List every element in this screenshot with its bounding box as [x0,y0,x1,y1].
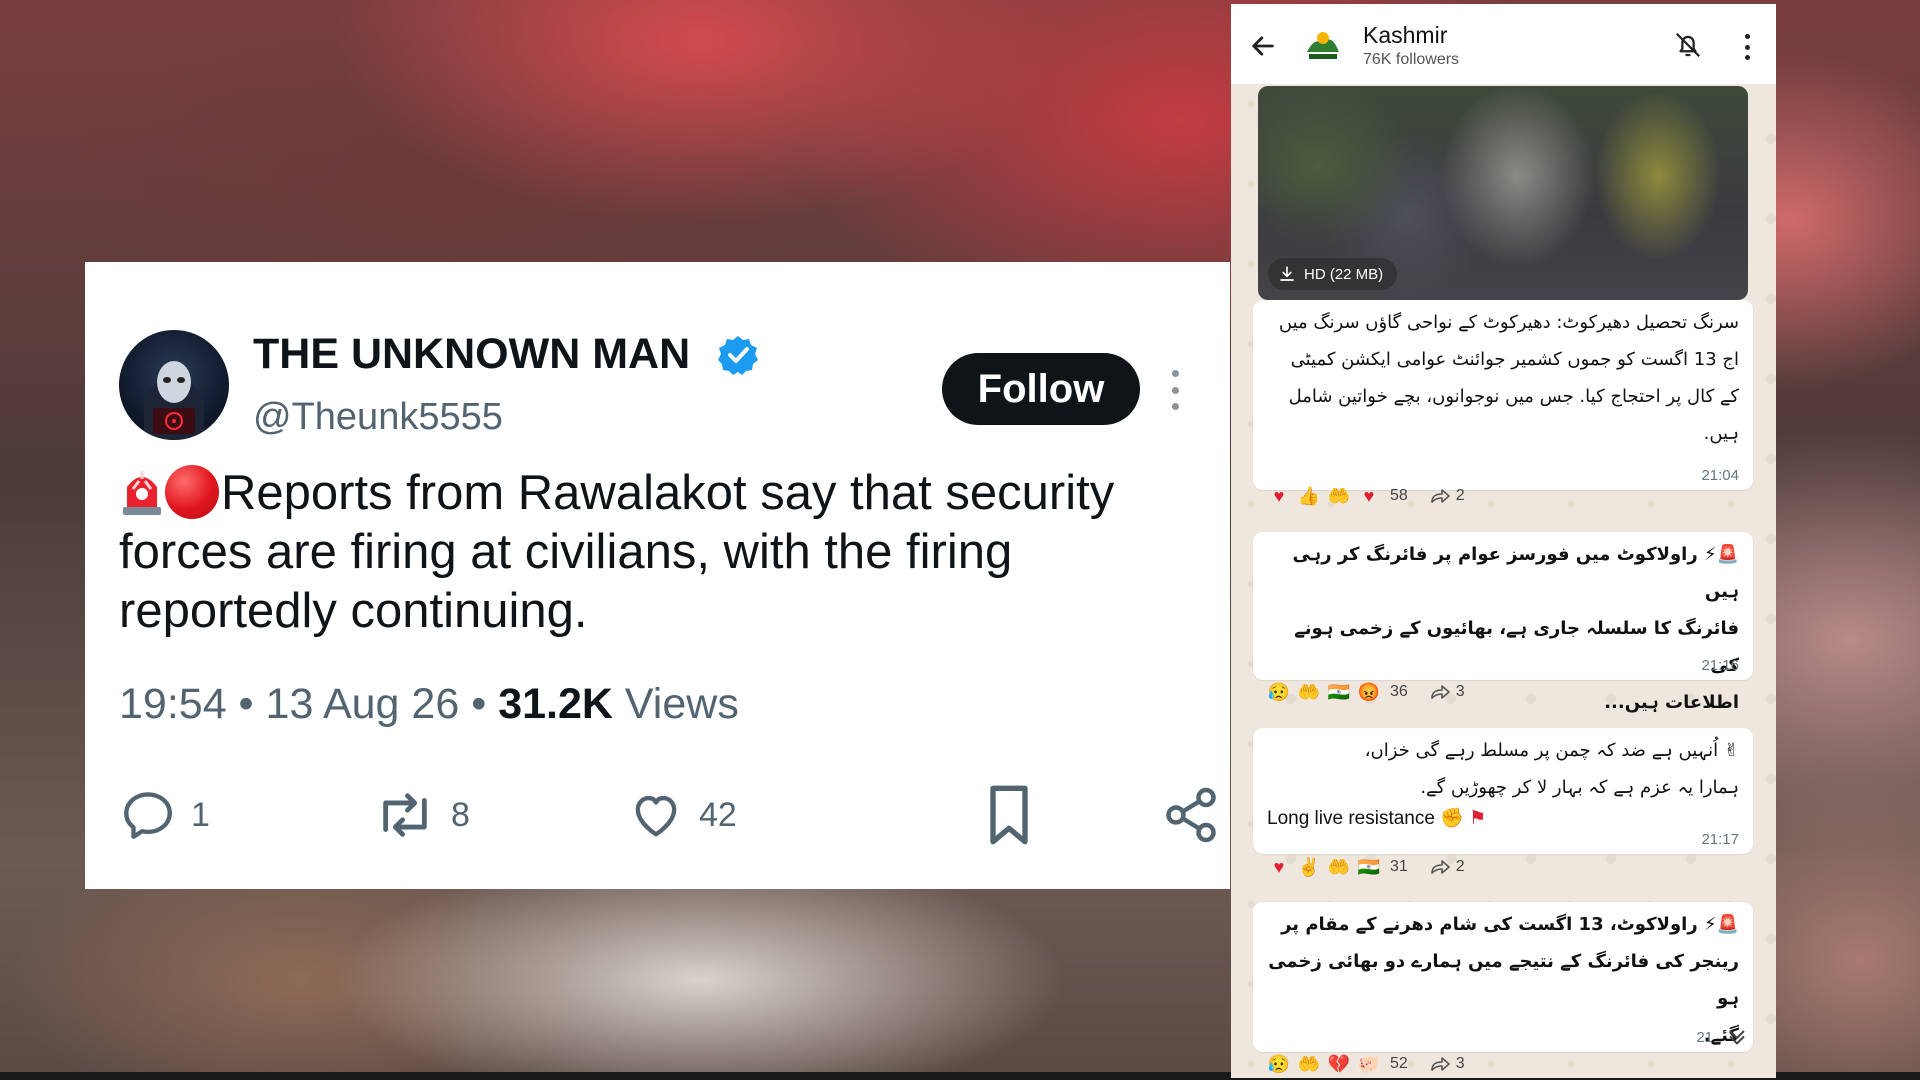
message-reactions[interactable]: ♥ 👍 🤲 ♥ 58 2 [1266,482,1465,510]
video-thumbnail[interactable]: HD (22 MB) [1258,86,1748,300]
hands-emoji-icon: 🤲 [1327,856,1351,877]
channel-followers: 76K followers [1363,51,1460,68]
hands-emoji-icon: 🤲 [1297,1053,1321,1074]
repost-icon [383,793,427,837]
more-options-icon[interactable] [1167,370,1183,410]
tweet-actions: 1 8 42 [119,780,1216,860]
forward-icon [1430,860,1450,874]
message-text: سرنگ تحصیل دھیرکوٹ: دھیرکوٹ کے نواحی گاؤ… [1278,312,1739,444]
thumbs-up-emoji-icon: 👍 [1297,485,1321,506]
message-time: 21:17 [1701,831,1739,848]
angry-face-emoji-icon: 😡 [1357,681,1381,702]
like-count: 42 [699,795,737,834]
reply-icon [124,792,172,839]
forward-icon [1430,685,1450,699]
red-circle-emoji-icon [165,465,219,519]
repost-count: 8 [451,795,470,834]
scroll-down-icon[interactable] [1726,1026,1748,1048]
message-text: 🚨⚡ راولاکوٹ، 13 اگست کی شام دھرنے کے مقا… [1268,914,1739,1046]
bookmark-button[interactable] [981,780,1037,850]
notifications-off-icon[interactable] [1673,30,1703,60]
display-name[interactable]: THE UNKNOWN MAN [253,330,690,379]
forward-count: 3 [1430,683,1465,701]
channel-header: Kashmir 76K followers [1231,4,1776,84]
message-text-english: Long live resistance ✊ ⚑ [1267,808,1487,829]
forward-icon [1430,1057,1450,1071]
like-button[interactable]: 42 [627,780,737,850]
views-label: Views [624,680,739,728]
heart-emoji-icon: ♥ [1363,485,1375,506]
reaction-count: 31 [1390,858,1408,875]
channel-message[interactable]: ✌ اُنہیں ہے ضد کہ چمن پر مسلط رہے گی خزا… [1253,728,1753,854]
fist-emoji-icon: ✊ [1440,808,1464,829]
video-size-label: HD (22 MB) [1304,265,1384,283]
message-reactions[interactable]: 😥 🤲 🇮🇳 😡 36 3 [1266,678,1465,706]
reaction-count: 36 [1390,683,1408,700]
forward-count: 2 [1430,858,1465,876]
message-reactions[interactable]: 😥 🤲 💔 🐖 52 3 [1266,1050,1465,1078]
emoji-icon: 🐖 [1357,1053,1381,1074]
message-text: ✌ اُنہیں ہے ضد کہ چمن پر مسلط رہے گی خزا… [1364,740,1739,798]
user-handle[interactable]: @Theunk5555 [253,396,503,439]
channel-message[interactable]: 🚨⚡ راولاکوٹ میں فورسز عوام پر فائرنگ کر … [1253,532,1753,713]
broken-heart-emoji-icon: 💔 [1327,1053,1351,1074]
channel-menu-icon[interactable] [1743,34,1751,60]
heart-icon [635,795,677,837]
reply-count: 1 [191,795,210,834]
channel-panel: Kashmir 76K followers HD (22 MB) سرنگ تح… [1231,4,1776,1078]
channel-logo[interactable] [1299,22,1347,70]
tweet-card: THE UNKNOWN MAN @Theunk5555 Follow Repor… [85,262,1230,889]
heart-emoji-icon: ♥ [1273,485,1285,506]
channel-message[interactable]: سرنگ تحصیل دھیرکوٹ: دھیرکوٹ کے نواحی گاؤ… [1253,300,1753,490]
tweet-meta: 19:54 • 13 Aug 26 • 31.2K Views [119,680,739,729]
flag-emoji-icon: 🇮🇳 [1327,681,1351,702]
video-download-button[interactable]: HD (22 MB) [1268,258,1398,290]
forward-count: 3 [1430,1055,1465,1073]
channel-message[interactable]: 🚨⚡ راولاکوٹ، 13 اگست کی شام دھرنے کے مقا… [1253,902,1753,1052]
message-reactions[interactable]: ♥ ✌ 🤲 🇮🇳 31 2 [1266,853,1465,881]
message-time: 21:16 [1701,657,1739,674]
victory-hand-emoji-icon: ✌ [1297,856,1321,877]
follow-button[interactable]: Follow [942,353,1140,425]
heart-emoji-icon: ♥ [1273,856,1285,877]
red-flag-emoji-icon: ⚑ [1469,808,1487,829]
tweet-timestamp[interactable]: 19:54 • 13 Aug 26 • [119,680,486,728]
hands-emoji-icon: 🤲 [1297,681,1321,702]
reply-button[interactable]: 1 [119,780,210,850]
tweet-body: Reports from Rawalakot say that security… [119,464,1209,641]
forward-icon [1430,489,1450,503]
message-time: 21 [1696,1029,1713,1046]
sad-face-emoji-icon: 😥 [1267,1053,1291,1074]
back-arrow-icon[interactable] [1249,32,1277,60]
forward-count: 2 [1430,487,1465,505]
views-count: 31.2K [498,680,613,728]
reaction-count: 58 [1390,487,1408,504]
download-icon [1280,266,1294,281]
avatar[interactable] [119,330,229,440]
verified-badge-icon [717,334,759,376]
hands-emoji-icon: 🤲 [1327,485,1351,506]
sad-face-emoji-icon: 😥 [1267,681,1291,702]
message-time: 21:04 [1701,467,1739,484]
flag-emoji-icon: 🇮🇳 [1357,856,1381,877]
siren-emoji-icon [119,467,165,517]
channel-name[interactable]: Kashmir [1363,22,1447,49]
reaction-count: 52 [1390,1055,1408,1072]
repost-button[interactable]: 8 [373,780,470,850]
share-icon [1166,787,1216,843]
tweet-text: Reports from Rawalakot say that security… [119,466,1115,638]
share-button[interactable] [1161,780,1221,850]
bookmark-icon [990,785,1028,845]
